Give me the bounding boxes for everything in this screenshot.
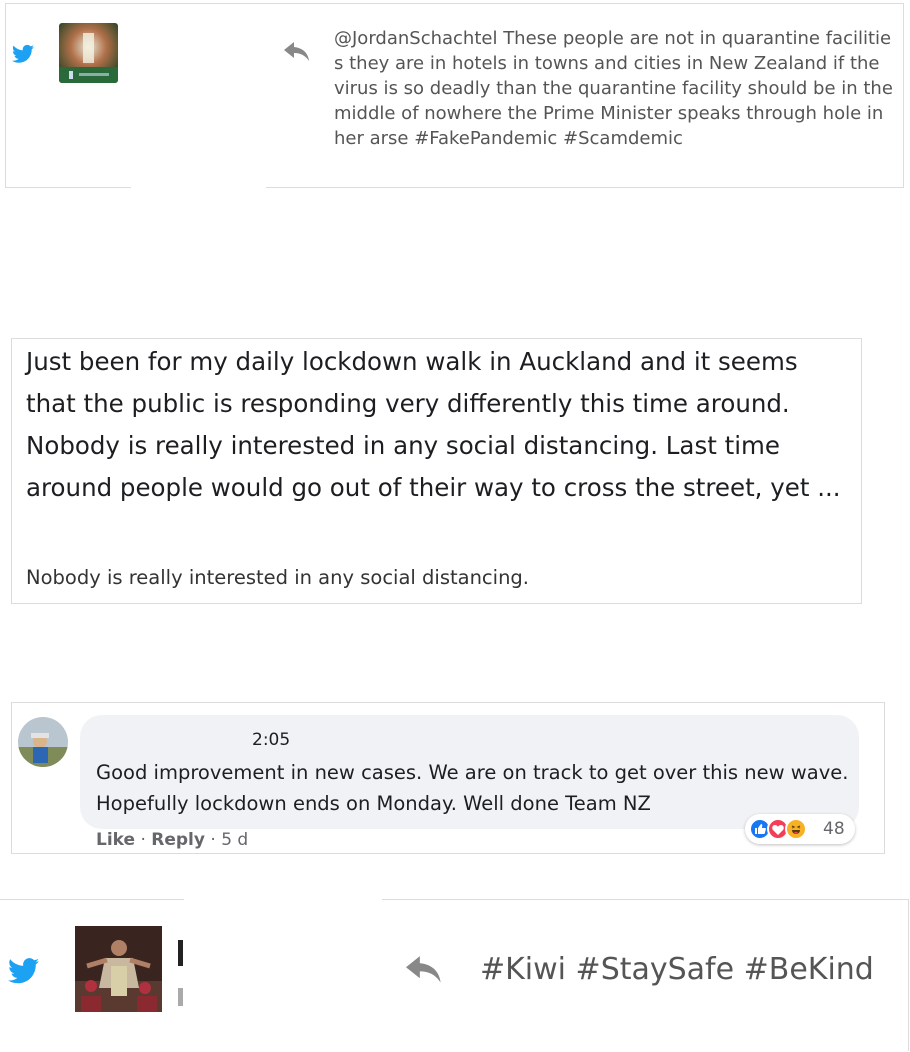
avatar[interactable] — [75, 926, 162, 1012]
separator-dot: · — [210, 830, 222, 850]
comment-time: 2:05 — [252, 730, 291, 750]
twitter-bird-icon — [12, 44, 34, 68]
comment-actions: Like · Reply · 5 d — [96, 830, 248, 850]
avatar[interactable] — [59, 23, 118, 83]
reply-arrow-icon[interactable] — [406, 956, 442, 988]
redaction-residue — [178, 940, 183, 966]
comment-bubble: 2:05 Good improvement in new cases. We a… — [80, 715, 859, 829]
reply-button[interactable]: Reply — [151, 830, 205, 850]
tweet-text: @JordanSchachtel These people are not in… — [334, 28, 893, 149]
separator-dot: · — [140, 830, 152, 850]
tweet-card-2: #Kiwi #StaySafe #BeKind — [0, 899, 909, 1052]
post-subtitle: Nobody is really interested in any socia… — [26, 566, 530, 589]
avatar[interactable] — [18, 717, 68, 767]
redaction-block — [184, 899, 382, 1052]
post-preview-card[interactable]: Just been for my daily lockdown walk in … — [11, 338, 862, 604]
tweet-text: #Kiwi #StaySafe #BeKind — [480, 952, 874, 987]
facebook-comment-card: 2:05 Good improvement in new cases. We a… — [11, 702, 885, 854]
comment-age[interactable]: 5 d — [221, 830, 248, 850]
reply-arrow-icon[interactable] — [284, 42, 310, 66]
reactions-summary[interactable]: 48 — [745, 814, 855, 844]
reaction-count: 48 — [823, 819, 845, 839]
redaction-block — [131, 4, 266, 188]
haha-reaction-icon — [785, 818, 807, 840]
twitter-bird-icon — [8, 958, 39, 988]
tweet-card-1: @JordanSchachtel These people are not in… — [5, 3, 904, 188]
post-body: Just been for my daily lockdown walk in … — [26, 347, 841, 502]
redaction-residue — [178, 988, 183, 1006]
comment-text: Good improvement in new cases. We are on… — [96, 761, 849, 815]
like-button[interactable]: Like — [96, 830, 135, 850]
